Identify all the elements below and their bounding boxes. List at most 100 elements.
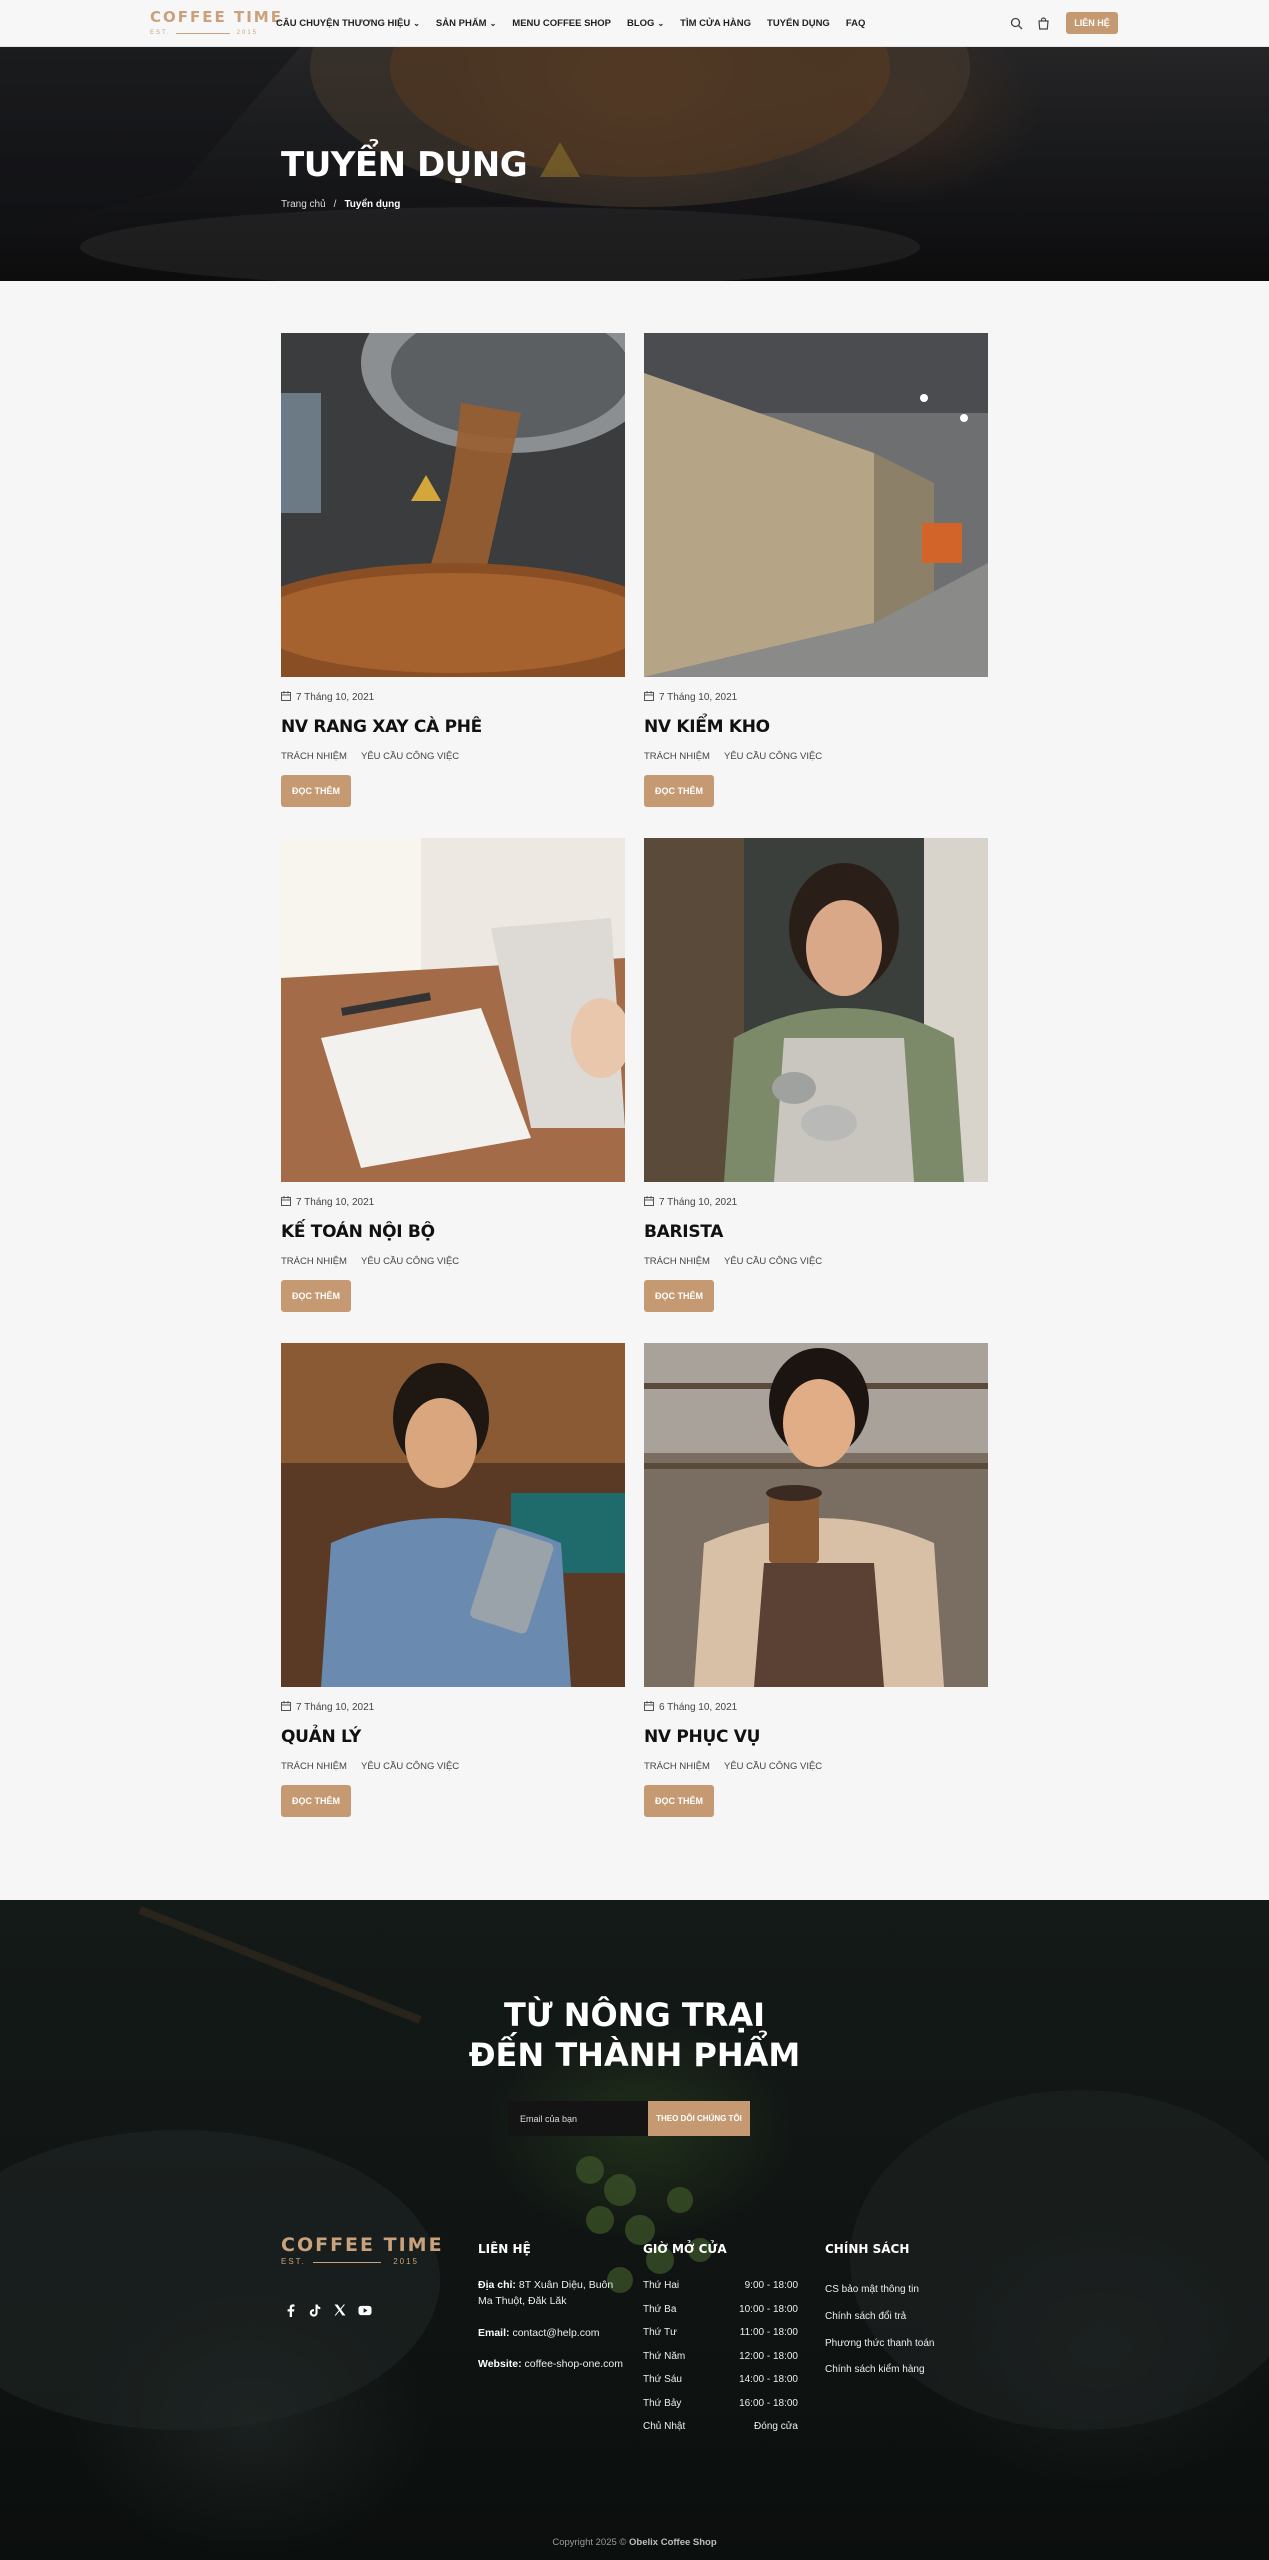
logo-est: EST. 2015 (150, 29, 260, 37)
footer-website: Website: coffee-shop-one.com (478, 2356, 623, 2372)
read-more-button[interactable]: ĐỌC THÊM (644, 1785, 714, 1817)
main-nav: Câu chuyện thương hiệu ⌄ Sản phẩm ⌄ Menu C… (276, 0, 881, 47)
policy-link-inspection[interactable]: Chính sách kiểm hàng (825, 2364, 925, 2375)
job-card: 7 Tháng 10, 2021 QUẢN LÝ TRÁCH NHIỆM YÊU… (281, 1343, 625, 1817)
tag-requirements[interactable]: YÊU CẦU CÔNG VIỆC (361, 1761, 459, 1773)
hours-row: Thứ Năm 12:00 - 18:00 (643, 2351, 798, 2362)
policy-link-returns[interactable]: Chính sách đổi trả (825, 2311, 906, 2322)
email-label: Email: (478, 2327, 510, 2339)
read-more-button[interactable]: ĐỌC THÊM (644, 775, 714, 807)
logo-year: 2015 (236, 30, 258, 36)
hero-background-image (0, 47, 970, 281)
read-more-button[interactable]: ĐỌC THÊM (644, 1280, 714, 1312)
job-title[interactable]: NV KIỂM KHO (644, 717, 988, 739)
nav-item-careers[interactable]: Tuyển dụng (767, 18, 830, 29)
read-more-button[interactable]: ĐỌC THÊM (281, 775, 351, 807)
tag-responsibility[interactable]: TRÁCH NHIỆM (644, 751, 710, 763)
copyright-brand[interactable]: Obelix Coffee Shop (629, 2537, 717, 2548)
nav-item-blog[interactable]: Blog ⌄ (627, 18, 664, 29)
post-date: 7 Tháng 10, 2021 (281, 690, 625, 703)
job-title[interactable]: QUẢN LÝ (281, 1727, 625, 1749)
policy-link-privacy[interactable]: CS bảo mật thông tin (825, 2284, 919, 2295)
job-card: 6 Tháng 10, 2021 NV PHỤC VỤ TRÁCH NHIỆM … (644, 1343, 988, 1817)
tag-requirements[interactable]: YÊU CẦU CÔNG VIỆC (724, 751, 822, 763)
job-image-warehouse[interactable] (644, 333, 988, 677)
nav-item-stores[interactable]: Tìm cửa hàng (680, 18, 751, 29)
job-image-server[interactable] (644, 1343, 988, 1687)
calendar-icon (644, 1700, 654, 1714)
facebook-icon[interactable] (283, 2303, 297, 2317)
job-title[interactable]: NV RANG XAY CÀ PHÊ (281, 717, 625, 739)
read-more-button[interactable]: ĐỌC THÊM (281, 1280, 351, 1312)
breadcrumb-home[interactable]: Trang chủ (281, 199, 326, 210)
site-footer: TỪ NÔNG TRẠI ĐẾN THÀNH PHẨM (0, 1900, 1269, 2560)
tag-requirements[interactable]: YÊU CẦU CÔNG VIỆC (361, 751, 459, 763)
footer-logo-year: 2015 (393, 2257, 419, 2266)
footer-heading: TỪ NÔNG TRẠI ĐẾN THÀNH PHẨM (0, 1995, 1269, 2075)
address-line2: Ma Thuột, Đăk Lăk (478, 2295, 567, 2307)
hours-day: Thứ Ba (643, 2304, 677, 2315)
job-title[interactable]: KẾ TOÁN NỘI BỘ (281, 1222, 625, 1244)
read-more-button[interactable]: ĐỌC THÊM (281, 1785, 351, 1817)
youtube-icon[interactable] (358, 2303, 372, 2317)
footer-logo-divider (313, 2262, 381, 2263)
hours-day: Thứ Hai (643, 2280, 680, 2291)
cart-icon[interactable] (1034, 14, 1052, 32)
job-tags: TRÁCH NHIỆM YÊU CẦU CÔNG VIỆC (644, 1256, 988, 1268)
tag-requirements[interactable]: YÊU CẦU CÔNG VIỆC (724, 1256, 822, 1268)
logo-text: COFFEE TIME (150, 8, 283, 26)
nav-item-menu[interactable]: Menu Coffee Shop (512, 18, 611, 29)
logo[interactable]: COFFEE TIME EST. 2015 (150, 8, 283, 38)
tag-responsibility[interactable]: TRÁCH NHIỆM (281, 1761, 347, 1773)
calendar-icon (281, 1700, 291, 1714)
policy-link-payment[interactable]: Phương thức thanh toán (825, 2338, 934, 2349)
job-image-barista[interactable] (644, 838, 988, 1182)
search-icon[interactable] (1007, 14, 1025, 32)
footer-logo-est: EST. 2015 (281, 2257, 421, 2267)
address-label: Địa chỉ: (478, 2279, 516, 2291)
social-links (283, 2303, 372, 2317)
tiktok-icon[interactable] (308, 2303, 322, 2317)
job-image-notebook[interactable] (281, 838, 625, 1182)
nav-item-brand-story[interactable]: Câu chuyện thương hiệu ⌄ (276, 18, 420, 29)
newsletter-email-input[interactable]: Email của bạn (508, 2101, 648, 2136)
tag-responsibility[interactable]: TRÁCH NHIỆM (644, 1256, 710, 1268)
nav-item-faq[interactable]: FAQ (846, 18, 866, 29)
nav-label: Tìm cửa hàng (680, 18, 752, 29)
job-title[interactable]: NV PHỤC VỤ (644, 1727, 988, 1749)
tag-requirements[interactable]: YÊU CẦU CÔNG VIỆC (361, 1256, 459, 1268)
hours-time: 9:00 - 18:00 (744, 2280, 798, 2291)
hours-time: 12:00 - 18:00 (739, 2351, 798, 2362)
page-hero: TUYỂN DỤNG Trang chủ / Tuyển dụng (0, 47, 1269, 281)
tag-responsibility[interactable]: TRÁCH NHIỆM (281, 751, 347, 763)
hours-row: Thứ Tư 11:00 - 18:00 (643, 2327, 798, 2338)
hours-row: Thứ Bảy 16:00 - 18:00 (643, 2398, 798, 2409)
nav-label: Sản phẩm (435, 18, 487, 29)
post-date: 7 Tháng 10, 2021 (281, 1195, 625, 1208)
hours-row: Thứ Ba 10:00 - 18:00 (643, 2304, 798, 2315)
website-link[interactable]: coffee-shop-one.com (525, 2358, 623, 2370)
date-text: 7 Tháng 10, 2021 (296, 1701, 375, 1713)
post-date: 6 Tháng 10, 2021 (644, 1700, 988, 1714)
job-title[interactable]: BARISTA (644, 1222, 988, 1244)
breadcrumb-separator: / (333, 199, 337, 210)
date-text: 6 Tháng 10, 2021 (659, 1701, 738, 1713)
hours-row: Thứ Sáu 14:00 - 18:00 (643, 2374, 798, 2385)
tag-requirements[interactable]: YÊU CẦU CÔNG VIỆC (724, 1761, 822, 1773)
job-image-manager[interactable] (281, 1343, 625, 1687)
job-image-coffee-roaster[interactable] (281, 333, 625, 677)
x-icon[interactable] (333, 2303, 347, 2317)
email-link[interactable]: contact@help.com (512, 2327, 599, 2339)
nav-label: Menu Coffee Shop (512, 18, 611, 29)
job-tags: TRÁCH NHIỆM YÊU CẦU CÔNG VIỆC (644, 1761, 988, 1773)
hours-day: Thứ Năm (643, 2351, 686, 2362)
tag-responsibility[interactable]: TRÁCH NHIỆM (644, 1761, 710, 1773)
footer-logo[interactable]: COFFEE TIME EST. 2015 (281, 2236, 442, 2267)
tag-responsibility[interactable]: TRÁCH NHIỆM (281, 1256, 347, 1268)
contact-button[interactable]: LIÊN HỆ (1066, 12, 1118, 34)
job-tags: TRÁCH NHIỆM YÊU CẦU CÔNG VIỆC (281, 751, 625, 763)
subscribe-button[interactable]: THEO DÕI CHÚNG TÔI (648, 2101, 750, 2136)
chevron-down-icon: ⌄ (657, 19, 665, 28)
hours-day: Thứ Bảy (643, 2398, 682, 2409)
nav-item-products[interactable]: Sản phẩm ⌄ (436, 18, 496, 29)
